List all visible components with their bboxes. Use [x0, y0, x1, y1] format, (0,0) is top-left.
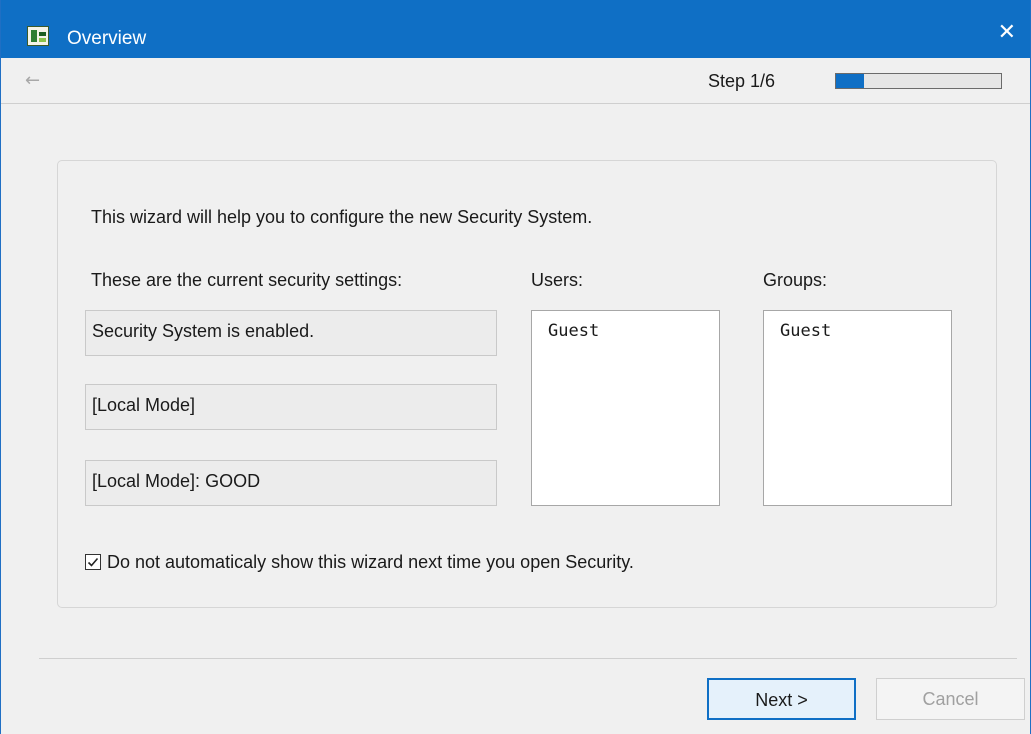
step-indicator: Step 1/6	[708, 71, 776, 91]
dont-show-again-checkbox[interactable]	[85, 554, 101, 570]
close-icon[interactable]: ✕	[998, 22, 1016, 44]
checkmark-icon	[87, 557, 99, 567]
app-icon	[27, 26, 49, 46]
security-status-field: Security System is enabled.	[85, 310, 497, 356]
security-mode-field: [Local Mode]	[85, 384, 497, 430]
progress-fill	[836, 74, 864, 88]
back-arrow-icon[interactable]: ←	[25, 70, 40, 91]
list-item[interactable]: Guest	[764, 311, 951, 341]
next-button[interactable]: Next >	[707, 678, 856, 720]
progress-bar	[835, 73, 1002, 89]
users-label: Users:	[531, 270, 584, 290]
intro-text: This wizard will help you to configure t…	[91, 207, 593, 227]
current-settings-label: These are the current security settings:	[91, 270, 403, 290]
footer-divider	[39, 658, 1017, 659]
cancel-button[interactable]: Cancel	[876, 678, 1025, 720]
users-listbox[interactable]: Guest	[531, 310, 720, 506]
dont-show-again-label[interactable]: Do not automaticaly show this wizard nex…	[107, 552, 634, 573]
security-health-field: [Local Mode]: GOOD	[85, 460, 497, 506]
window-title: Overview	[67, 28, 147, 49]
groups-label: Groups:	[763, 270, 828, 290]
title-bar: Overview ✕	[1, 0, 1030, 58]
groups-listbox[interactable]: Guest	[763, 310, 952, 506]
list-item[interactable]: Guest	[532, 311, 719, 341]
wizard-window: Overview ✕ ← Step 1/6 This wizard will h…	[0, 0, 1031, 734]
wizard-content: This wizard will help you to configure t…	[1, 104, 1030, 734]
wizard-toolbar: ← Step 1/6	[1, 58, 1030, 104]
